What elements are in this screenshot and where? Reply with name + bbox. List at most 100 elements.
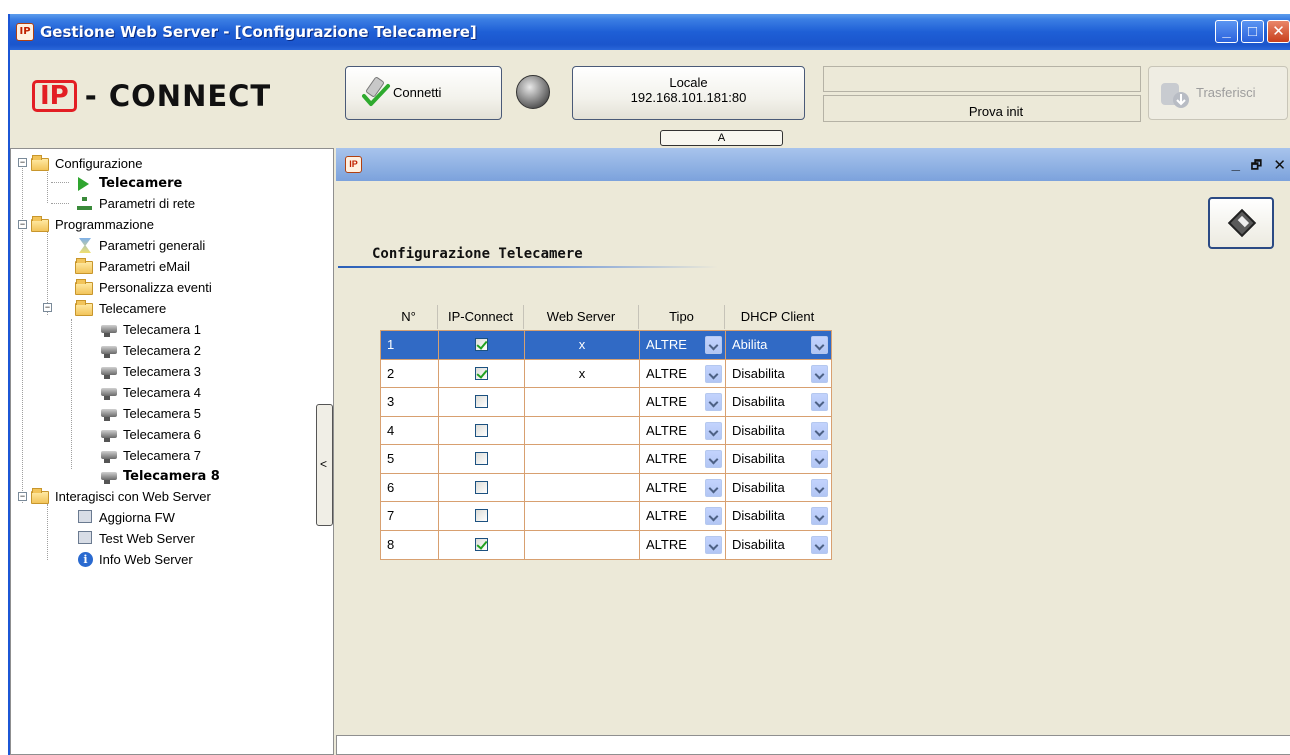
tree-item-telecamera-5[interactable]: Telecamera 5 [99,403,201,423]
a-button[interactable]: A [660,130,783,146]
tree-item-telecamere[interactable]: Telecamere [75,298,166,318]
tree-item-aggiorna-fw[interactable]: Aggiorna FW [75,507,175,527]
expander-programmazione[interactable]: − [18,220,27,229]
dhcp-select[interactable]: Disabilita [726,388,831,416]
cell-n[interactable]: 4 [381,416,439,444]
dhcp-select[interactable]: Disabilita [726,531,831,560]
cell-ip-connect[interactable] [439,530,525,559]
chevron-down-icon[interactable] [811,336,828,354]
column-header-ip-connect[interactable]: IP-Connect [438,305,524,329]
expander-configurazione[interactable]: − [18,158,27,167]
tree-item-telecamera-7[interactable]: Telecamera 7 [99,445,201,465]
tree-item-parametri-email[interactable]: Parametri eMail [75,256,190,276]
child-minimize-button[interactable]: _ [1232,156,1240,173]
tree-item-telecamera-2[interactable]: Telecamera 2 [99,340,201,360]
minimize-button[interactable]: _ [1215,20,1238,43]
tipo-select[interactable]: ALTRE [640,502,726,530]
tipo-select[interactable]: ALTRE [640,359,726,387]
ip-connect-checkbox[interactable] [475,395,488,409]
tree-item-telecamera-6[interactable]: Telecamera 6 [99,424,201,444]
chevron-down-icon[interactable] [811,478,828,497]
dhcp-select[interactable]: Abilita [726,331,831,359]
table-row[interactable]: 5 ALTRE Disabilita [381,445,831,474]
tree-item-telecamera-4[interactable]: Telecamera 4 [99,382,201,402]
tipo-select[interactable]: ALTRE [640,388,726,416]
cell-n[interactable]: 8 [381,530,439,559]
table-row[interactable]: 7 ALTRE Disabilita [381,502,831,531]
navigation-tree[interactable]: − Configurazione Telecamere Parametri di… [10,148,334,755]
tree-item-test-web-server[interactable]: Test Web Server [75,528,195,548]
child-title-bar[interactable]: IP _ 🗗 ✕ [336,148,1290,181]
table-row[interactable]: 4 ALTRE Disabilita [381,416,831,445]
column-header-dhcp-client[interactable]: DHCP Client [725,305,830,329]
tree-item-programmazione[interactable]: Programmazione [31,214,154,234]
locale-button[interactable]: Locale 192.168.101.181:80 [572,66,805,120]
cell-web-server[interactable] [525,530,640,559]
tree-item-telecamera-8[interactable]: Telecamera 8 [99,466,220,486]
tipo-select[interactable]: ALTRE [640,473,726,501]
table-row[interactable]: 1 x ALTRE Abilita [381,331,831,360]
dhcp-select[interactable]: Disabilita [726,445,831,473]
tree-item-parametri-generali[interactable]: Parametri generali [75,235,205,255]
save-button[interactable] [1208,197,1274,249]
ip-connect-checkbox[interactable] [475,452,488,466]
chevron-down-icon[interactable] [811,393,828,411]
cell-web-server[interactable] [525,445,640,473]
cell-ip-connect[interactable] [439,416,525,444]
cell-n[interactable]: 6 [381,473,439,501]
child-close-button[interactable]: ✕ [1273,156,1286,174]
tree-item-info-web-server[interactable]: i Info Web Server [75,549,193,569]
cell-web-server[interactable] [525,502,640,530]
ip-connect-checkbox[interactable] [475,423,488,437]
tipo-select[interactable]: ALTRE [640,530,726,559]
cell-n[interactable]: 1 [381,331,439,359]
chevron-down-icon[interactable] [811,507,828,525]
cell-web-server[interactable] [525,473,640,501]
ip-connect-checkbox[interactable] [475,538,488,552]
chevron-down-icon[interactable] [705,478,722,497]
chevron-down-icon[interactable] [705,450,722,468]
chevron-down-icon[interactable] [705,393,722,411]
tipo-select[interactable]: ALTRE [640,416,726,444]
chevron-down-icon[interactable] [705,421,722,440]
tree-item-telecamera-1[interactable]: Telecamera 1 [99,319,201,339]
chevron-down-icon[interactable] [705,535,722,554]
chevron-down-icon[interactable] [811,421,828,440]
ip-connect-checkbox[interactable] [475,480,488,494]
cell-ip-connect[interactable] [439,502,525,530]
tree-item-parametri-rete[interactable]: Parametri di rete [75,193,195,213]
cell-ip-connect[interactable] [439,359,525,387]
column-header-n[interactable]: N° [380,305,438,329]
connetti-button[interactable]: Connetti [345,66,502,120]
tree-item-interagisci[interactable]: Interagisci con Web Server [31,486,211,506]
cell-n[interactable]: 3 [381,388,439,416]
expander-telecamere[interactable]: − [43,303,52,312]
tree-item-telecamera-3[interactable]: Telecamera 3 [99,361,201,381]
table-row[interactable]: 2 x ALTRE Disabilita [381,359,831,388]
cell-ip-connect[interactable] [439,331,525,359]
table-row[interactable]: 3 ALTRE Disabilita [381,388,831,417]
chevron-down-icon[interactable] [705,364,722,383]
cell-ip-connect[interactable] [439,388,525,416]
ip-connect-checkbox[interactable] [475,509,488,523]
cell-web-server[interactable] [525,416,640,444]
table-row[interactable]: 8 ALTRE Disabilita [381,530,831,560]
child-restore-button[interactable]: 🗗 [1251,156,1262,177]
tipo-select[interactable]: ALTRE [640,445,726,473]
app-icon[interactable]: IP [16,23,34,41]
chevron-down-icon[interactable] [811,364,828,383]
cell-web-server[interactable] [525,388,640,416]
cell-n[interactable]: 7 [381,502,439,530]
tree-item-personalizza-eventi[interactable]: Personalizza eventi [75,277,212,297]
ip-connect-checkbox[interactable] [475,338,488,352]
column-header-tipo[interactable]: Tipo [639,305,725,329]
child-app-icon[interactable]: IP [345,156,362,173]
dhcp-select[interactable]: Disabilita [726,360,831,388]
cell-web-server[interactable]: x [525,359,640,387]
maximize-button[interactable]: □ [1241,20,1264,43]
chevron-down-icon[interactable] [811,535,828,554]
collapse-tree-button[interactable]: < [316,404,333,526]
cell-ip-connect[interactable] [439,473,525,501]
chevron-down-icon[interactable] [705,336,722,354]
ip-connect-checkbox[interactable] [475,366,488,380]
